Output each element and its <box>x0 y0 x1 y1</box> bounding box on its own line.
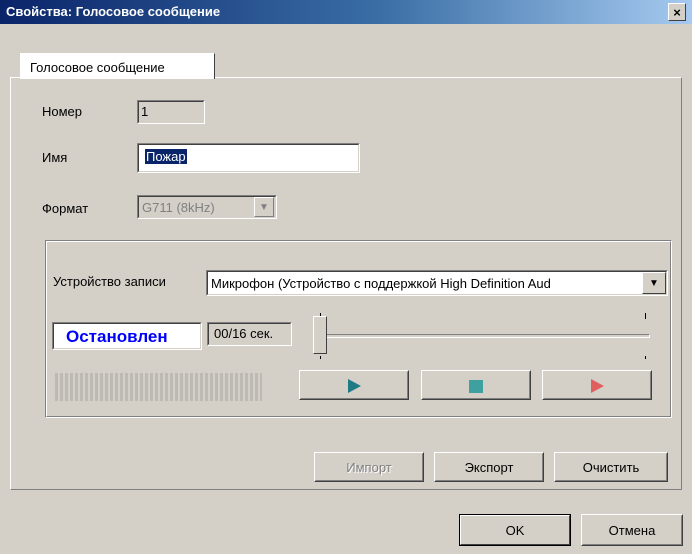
name-value[interactable]: Пожар <box>145 149 187 164</box>
device-value: Микрофон (Устройство с поддержкой High D… <box>211 276 551 291</box>
device-label: Устройство записи <box>53 274 166 289</box>
import-button[interactable]: Импорт <box>314 452 424 482</box>
number-value: 1 <box>141 104 149 119</box>
slider-tick <box>645 356 646 359</box>
window-title: Свойства: Голосовое сообщение <box>6 4 221 19</box>
export-button[interactable]: Экспорт <box>434 452 544 482</box>
slider-tick <box>645 313 646 319</box>
close-button[interactable]: × <box>668 3 686 21</box>
status-text: Остановлен <box>66 327 168 346</box>
chevron-down-icon[interactable]: ▼ <box>642 272 666 294</box>
close-icon: × <box>673 4 681 20</box>
slider-tick <box>320 356 321 359</box>
level-meter <box>55 373 262 401</box>
position-slider[interactable] <box>318 334 650 338</box>
play-icon <box>347 379 361 393</box>
name-label: Имя <box>42 150 68 165</box>
record-button[interactable] <box>542 370 652 400</box>
number-label: Номер <box>42 104 83 119</box>
clear-button[interactable]: Очистить <box>554 452 668 482</box>
format-label: Формат <box>42 201 89 216</box>
tab-label: Голосовое сообщение <box>30 60 165 75</box>
stop-icon <box>469 379 483 393</box>
slider-thumb[interactable] <box>313 316 327 354</box>
time-text: 00/16 сек. <box>214 326 274 341</box>
stop-button[interactable] <box>421 370 531 400</box>
cancel-button[interactable]: Отмена <box>581 514 683 546</box>
play-button[interactable] <box>299 370 409 400</box>
format-value: G711 (8kHz) <box>142 200 215 215</box>
chevron-down-icon: ▼ <box>254 197 274 217</box>
ok-button[interactable]: OK <box>459 514 571 546</box>
record-icon <box>590 379 604 393</box>
